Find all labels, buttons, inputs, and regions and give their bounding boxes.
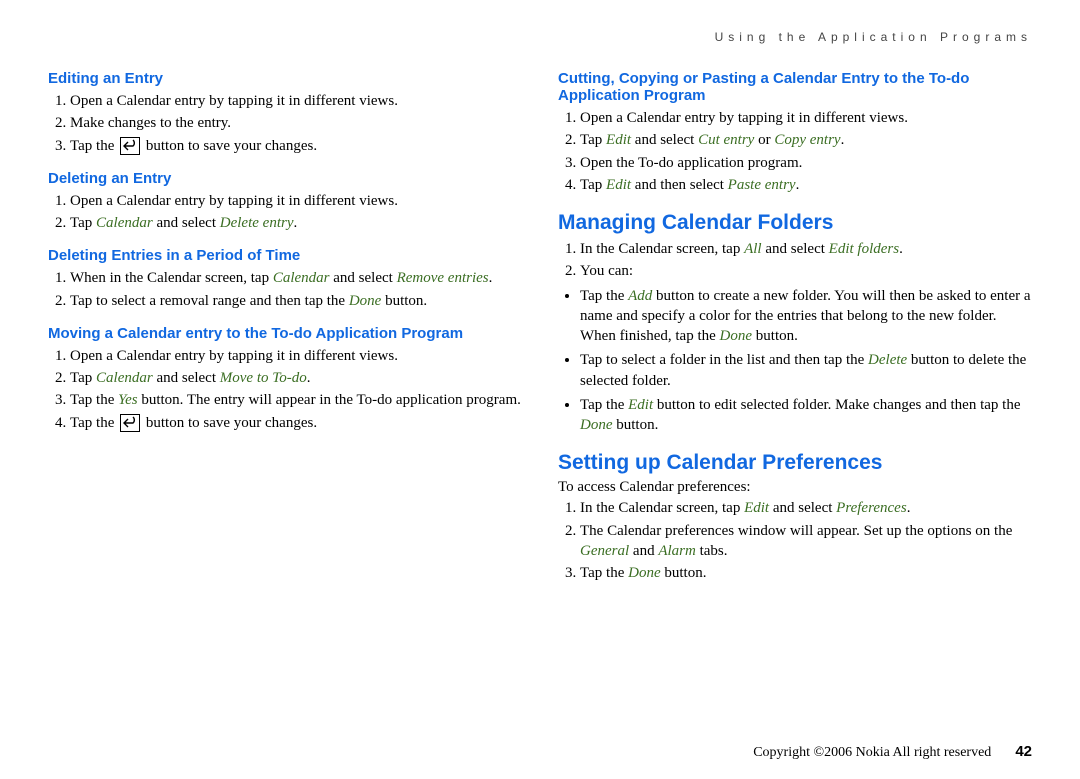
step: Tap Calendar and select Move to To-do. bbox=[70, 368, 522, 388]
step: Make changes to the entry. bbox=[70, 113, 522, 133]
list-item: Tap to select a folder in the list and t… bbox=[580, 350, 1032, 391]
step: Open a Calendar entry by tapping it in d… bbox=[70, 191, 522, 211]
step: Tap to select a removal range and then t… bbox=[70, 291, 522, 311]
step: Open a Calendar entry by tapping it in d… bbox=[580, 108, 1032, 128]
step: In the Calendar screen, tap All and sele… bbox=[580, 239, 1032, 259]
right-column: Cutting, Copying or Pasting a Calendar E… bbox=[558, 56, 1032, 587]
steps-calendar-preferences: In the Calendar screen, tap Edit and sel… bbox=[558, 498, 1032, 583]
step: The Calendar preferences window will app… bbox=[580, 521, 1032, 562]
prefs-intro: To access Calendar preferences: bbox=[558, 479, 1032, 496]
heading-deleting-period: Deleting Entries in a Period of Time bbox=[48, 247, 522, 264]
step: Open the To-do application program. bbox=[580, 153, 1032, 173]
step: Tap the button to save your changes. bbox=[70, 413, 522, 433]
two-column-layout: Editing an Entry Open a Calendar entry b… bbox=[48, 56, 1032, 587]
heading-managing-folders: Managing Calendar Folders bbox=[558, 211, 1032, 235]
manual-page: Using the Application Programs Editing a… bbox=[0, 0, 1080, 587]
step: Open a Calendar entry by tapping it in d… bbox=[70, 91, 522, 111]
step: When in the Calendar screen, tap Calenda… bbox=[70, 268, 522, 288]
steps-deleting-period: When in the Calendar screen, tap Calenda… bbox=[48, 268, 522, 311]
heading-cut-copy-paste: Cutting, Copying or Pasting a Calendar E… bbox=[558, 70, 1032, 104]
list-item: Tap the Edit button to edit selected fol… bbox=[580, 395, 1032, 436]
step: Tap Calendar and select Delete entry. bbox=[70, 213, 522, 233]
page-number: 42 bbox=[1015, 743, 1032, 760]
step: Open a Calendar entry by tapping it in d… bbox=[70, 346, 522, 366]
steps-moving-entry: Open a Calendar entry by tapping it in d… bbox=[48, 346, 522, 433]
step: Tap the Yes button. The entry will appea… bbox=[70, 390, 522, 410]
heading-editing-entry: Editing an Entry bbox=[48, 70, 522, 87]
step: You can: bbox=[580, 261, 1032, 281]
save-undo-icon bbox=[120, 414, 140, 432]
heading-deleting-entry: Deleting an Entry bbox=[48, 170, 522, 187]
copyright-text: Copyright ©2006 Nokia All right reserved bbox=[753, 745, 991, 761]
list-item: Tap the Add button to create a new folde… bbox=[580, 286, 1032, 347]
step: Tap the Done button. bbox=[580, 563, 1032, 583]
steps-managing-folders: In the Calendar screen, tap All and sele… bbox=[558, 239, 1032, 282]
step: In the Calendar screen, tap Edit and sel… bbox=[580, 498, 1032, 518]
step: Tap Edit and then select Paste entry. bbox=[580, 175, 1032, 195]
steps-editing-entry: Open a Calendar entry by tapping it in d… bbox=[48, 91, 522, 156]
heading-calendar-preferences: Setting up Calendar Preferences bbox=[558, 451, 1032, 475]
folder-options-list: Tap the Add button to create a new folde… bbox=[558, 286, 1032, 436]
steps-cut-copy-paste: Open a Calendar entry by tapping it in d… bbox=[558, 108, 1032, 195]
step: Tap the button to save your changes. bbox=[70, 136, 522, 156]
page-footer: Copyright ©2006 Nokia All right reserved… bbox=[753, 743, 1032, 761]
save-undo-icon bbox=[120, 137, 140, 155]
left-column: Editing an Entry Open a Calendar entry b… bbox=[48, 56, 522, 587]
step: Tap Edit and select Cut entry or Copy en… bbox=[580, 130, 1032, 150]
running-header: Using the Application Programs bbox=[48, 30, 1032, 44]
steps-deleting-entry: Open a Calendar entry by tapping it in d… bbox=[48, 191, 522, 234]
heading-moving-entry: Moving a Calendar entry to the To-do App… bbox=[48, 325, 522, 342]
